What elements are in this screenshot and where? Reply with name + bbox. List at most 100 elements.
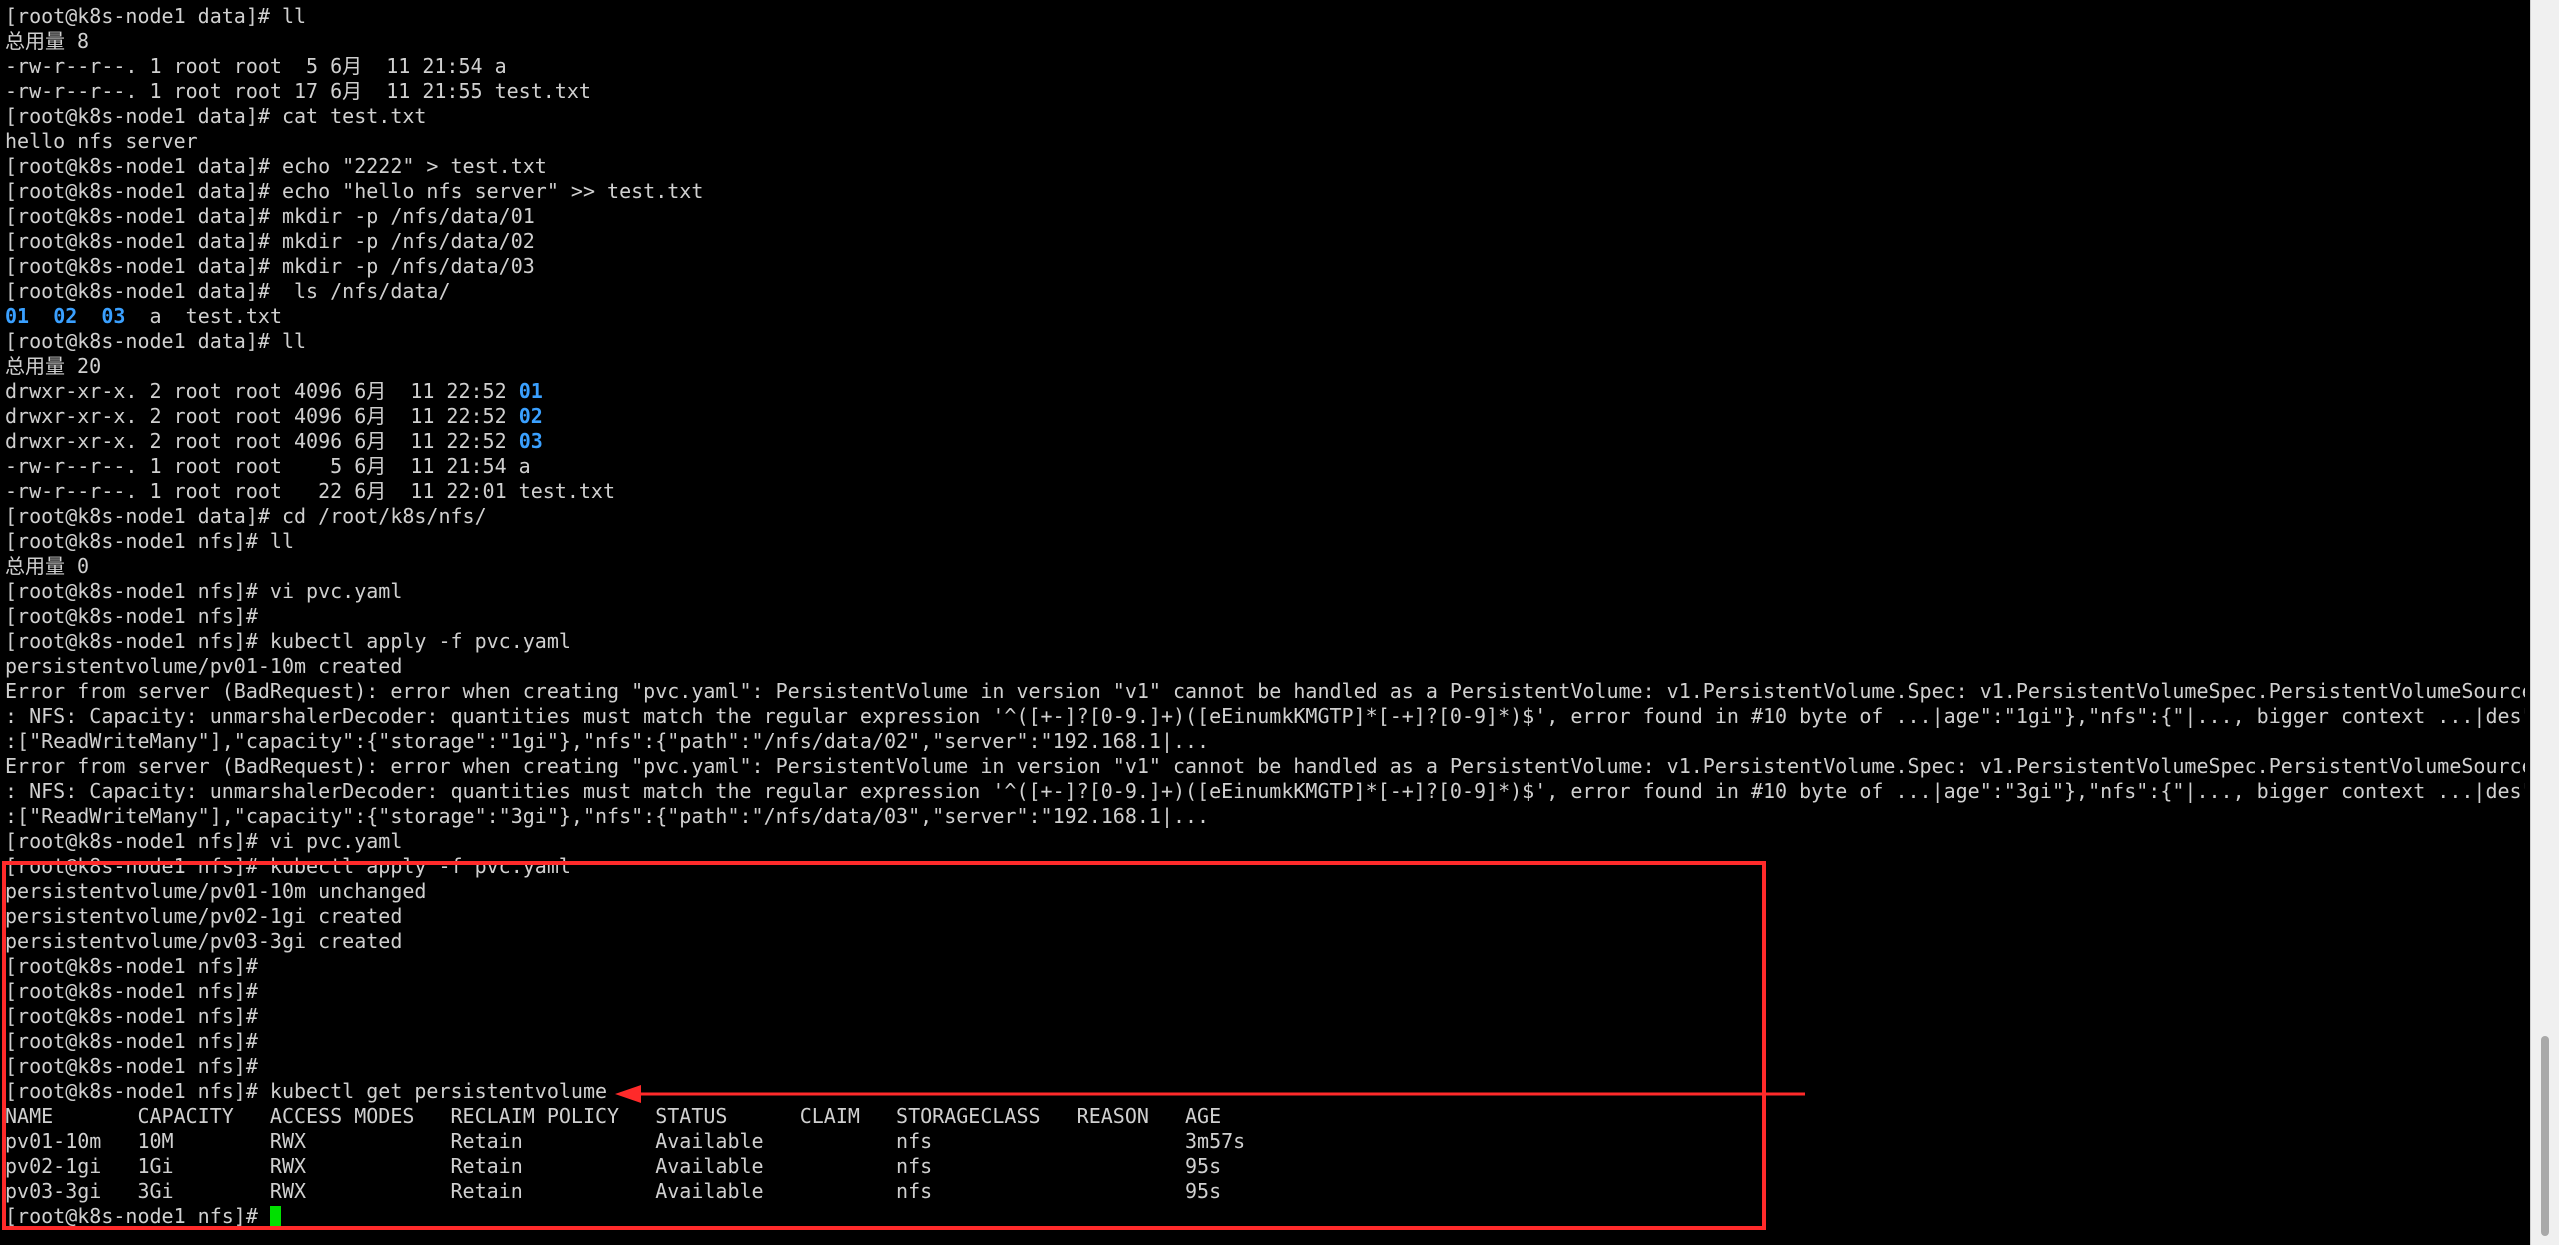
terminal-line: persistentvolume/pv01-10m created	[5, 654, 2525, 679]
terminal-line: [root@k8s-node1 data]# mkdir -p /nfs/dat…	[5, 229, 2525, 254]
output-text: [root@k8s-node1 nfs]#	[5, 1029, 258, 1053]
output-text: [root@k8s-node1 data]# ls /nfs/data/	[5, 279, 451, 303]
terminal-line: drwxr-xr-x. 2 root root 4096 6月 11 22:52…	[5, 429, 2525, 454]
terminal-line: [root@k8s-node1 data]# echo "hello nfs s…	[5, 179, 2525, 204]
terminal-line: [root@k8s-node1 data]# ll	[5, 329, 2525, 354]
terminal-line: [root@k8s-node1 data]# echo "2222" > tes…	[5, 154, 2525, 179]
output-text: drwxr-xr-x. 2 root root 4096 6月 11 22:52	[5, 379, 519, 403]
output-text: [root@k8s-node1 data]# ll	[5, 4, 307, 28]
terminal-line: pv02-1gi 1Gi RWX Retain Available nfs 95…	[5, 1154, 2525, 1179]
output-text: [root@k8s-node1 data]# mkdir -p /nfs/dat…	[5, 229, 535, 253]
output-text: : NFS: Capacity: unmarshalerDecoder: qua…	[5, 779, 2525, 803]
terminal-line: : NFS: Capacity: unmarshalerDecoder: qua…	[5, 704, 2525, 729]
output-text: 总用量 0	[5, 554, 90, 578]
directory-name: 01	[518, 379, 543, 403]
output-text: Error from server (BadRequest): error wh…	[5, 679, 2525, 703]
output-text: pv02-1gi 1Gi RWX Retain Available nfs 95…	[5, 1154, 1222, 1178]
terminal-line: drwxr-xr-x. 2 root root 4096 6月 11 22:52…	[5, 379, 2525, 404]
output-text: -rw-r--r--. 1 root root 5 6月 11 21:54 a	[5, 454, 531, 478]
terminal-line: 总用量 8	[5, 29, 2525, 54]
terminal-line: [root@k8s-node1 nfs]# ll	[5, 529, 2525, 554]
terminal-line: [root@k8s-node1 nfs]#	[5, 1029, 2525, 1054]
terminal-line: NAME CAPACITY ACCESS MODES RECLAIM POLIC…	[5, 1104, 2525, 1129]
terminal-line: [root@k8s-node1 data]# cd /root/k8s/nfs/	[5, 504, 2525, 529]
cursor-block	[269, 1206, 281, 1227]
terminal-line: [root@k8s-node1 nfs]#	[5, 604, 2525, 629]
output-text: [root@k8s-node1 nfs]# kubectl get persis…	[5, 1079, 608, 1103]
output-text: [root@k8s-node1 nfs]#	[5, 604, 258, 628]
terminal-line: [root@k8s-node1 nfs]# vi pvc.yaml	[5, 829, 2525, 854]
terminal-line: pv03-3gi 3Gi RWX Retain Available nfs 95…	[5, 1179, 2525, 1204]
terminal-line: drwxr-xr-x. 2 root root 4096 6月 11 22:52…	[5, 404, 2525, 429]
output-text: [root@k8s-node1 nfs]#	[5, 979, 258, 1003]
directory-name: 03	[518, 429, 543, 453]
terminal-line: [root@k8s-node1 nfs]#	[5, 979, 2525, 1004]
scrollbar-thumb[interactable]	[2541, 1036, 2549, 1236]
output-text: persistentvolume/pv03-3gi created	[5, 929, 403, 953]
terminal-line: [root@k8s-node1 nfs]#	[5, 1004, 2525, 1029]
output-text: [root@k8s-node1 nfs]# kubectl apply -f p…	[5, 854, 571, 878]
terminal-line: :["ReadWriteMany"],"capacity":{"storage"…	[5, 729, 2525, 754]
output-text: pv01-10m 10M RWX Retain Available nfs 3m…	[5, 1129, 1246, 1153]
terminal-line: [root@k8s-node1 data]# cat test.txt	[5, 104, 2525, 129]
output-text: a test.txt	[125, 304, 283, 328]
terminal-line: [root@k8s-node1 data]# ll	[5, 4, 2525, 29]
output-text: persistentvolume/pv02-1gi created	[5, 904, 403, 928]
output-text: [root@k8s-node1 nfs]# kubectl apply -f p…	[5, 629, 571, 653]
output-text: [root@k8s-node1 data]# mkdir -p /nfs/dat…	[5, 204, 535, 228]
terminal-line: [root@k8s-node1 nfs]#	[5, 954, 2525, 979]
terminal-line: Error from server (BadRequest): error wh…	[5, 754, 2525, 779]
terminal-line: Error from server (BadRequest): error wh…	[5, 679, 2525, 704]
terminal-line: [root@k8s-node1 data]# ls /nfs/data/	[5, 279, 2525, 304]
output-text: drwxr-xr-x. 2 root root 4096 6月 11 22:52	[5, 404, 519, 428]
output-text: drwxr-xr-x. 2 root root 4096 6月 11 22:52	[5, 429, 519, 453]
directory-name: 03	[101, 304, 126, 328]
output-text: [root@k8s-node1 nfs]# vi pvc.yaml	[5, 579, 403, 603]
output-text: 总用量 8	[5, 29, 90, 53]
directory-name: 01	[5, 304, 30, 328]
output-text: [root@k8s-node1 data]# cd /root/k8s/nfs/	[5, 504, 487, 528]
terminal-line: persistentvolume/pv03-3gi created	[5, 929, 2525, 954]
terminal-line: -rw-r--r--. 1 root root 5 6月 11 21:54 a	[5, 454, 2525, 479]
output-text: NAME CAPACITY ACCESS MODES RECLAIM POLIC…	[5, 1104, 1222, 1128]
terminal-line: 总用量 20	[5, 354, 2525, 379]
output-text: [root@k8s-node1 nfs]# ll	[5, 529, 294, 553]
output-text: : NFS: Capacity: unmarshalerDecoder: qua…	[5, 704, 2525, 728]
output-text: [root@k8s-node1 data]# echo "hello nfs s…	[5, 179, 704, 203]
output-text: persistentvolume/pv01-10m created	[5, 654, 403, 678]
terminal-line: pv01-10m 10M RWX Retain Available nfs 3m…	[5, 1129, 2525, 1154]
terminal-line: [root@k8s-node1 data]# mkdir -p /nfs/dat…	[5, 254, 2525, 279]
directory-name: 02	[53, 304, 78, 328]
terminal-line: 01 02 03 a test.txt	[5, 304, 2525, 329]
output-text: hello nfs server	[5, 129, 198, 153]
output-text: [root@k8s-node1 nfs]#	[5, 1204, 270, 1228]
output-text: -rw-r--r--. 1 root root 5 6月 11 21:54 a	[5, 54, 507, 78]
output-text: [root@k8s-node1 nfs]#	[5, 1004, 258, 1028]
output-text: [root@k8s-node1 data]# cat test.txt	[5, 104, 427, 128]
terminal-line: : NFS: Capacity: unmarshalerDecoder: qua…	[5, 779, 2525, 804]
output-text: [root@k8s-node1 data]# mkdir -p /nfs/dat…	[5, 254, 535, 278]
terminal-line: :["ReadWriteMany"],"capacity":{"storage"…	[5, 804, 2525, 829]
terminal-line: -rw-r--r--. 1 root root 17 6月 11 21:55 t…	[5, 79, 2525, 104]
terminal-line: 总用量 0	[5, 554, 2525, 579]
terminal-line: -rw-r--r--. 1 root root 22 6月 11 22:01 t…	[5, 479, 2525, 504]
terminal-line: [root@k8s-node1 nfs]# kubectl apply -f p…	[5, 629, 2525, 654]
output-text: pv03-3gi 3Gi RWX Retain Available nfs 95…	[5, 1179, 1222, 1203]
terminal-window[interactable]: [root@k8s-node1 data]# ll 总用量 8 -rw-r--r--…	[0, 0, 2530, 1245]
output-text: [root@k8s-node1 nfs]#	[5, 954, 258, 978]
terminal-line: persistentvolume/pv01-10m unchanged	[5, 879, 2525, 904]
terminal-line: hello nfs server	[5, 129, 2525, 154]
output-text: -rw-r--r--. 1 root root 17 6月 11 21:55 t…	[5, 79, 591, 103]
terminal-line: [root@k8s-node1 nfs]# vi pvc.yaml	[5, 579, 2525, 604]
terminal-line: [root@k8s-node1 nfs]#	[5, 1054, 2525, 1079]
output-text: :["ReadWriteMany"],"capacity":{"storage"…	[5, 729, 1210, 753]
output-text: 总用量 20	[5, 354, 102, 378]
terminal-line: -rw-r--r--. 1 root root 5 6月 11 21:54 a	[5, 54, 2525, 79]
output-text: [root@k8s-node1 data]# ll	[5, 329, 307, 353]
vertical-scrollbar[interactable]	[2530, 0, 2559, 1245]
output-text: [root@k8s-node1 nfs]#	[5, 1054, 258, 1078]
directory-name: 02	[518, 404, 543, 428]
output-text: -rw-r--r--. 1 root root 22 6月 11 22:01 t…	[5, 479, 616, 503]
terminal-line: [root@k8s-node1 nfs]# kubectl apply -f p…	[5, 854, 2525, 879]
